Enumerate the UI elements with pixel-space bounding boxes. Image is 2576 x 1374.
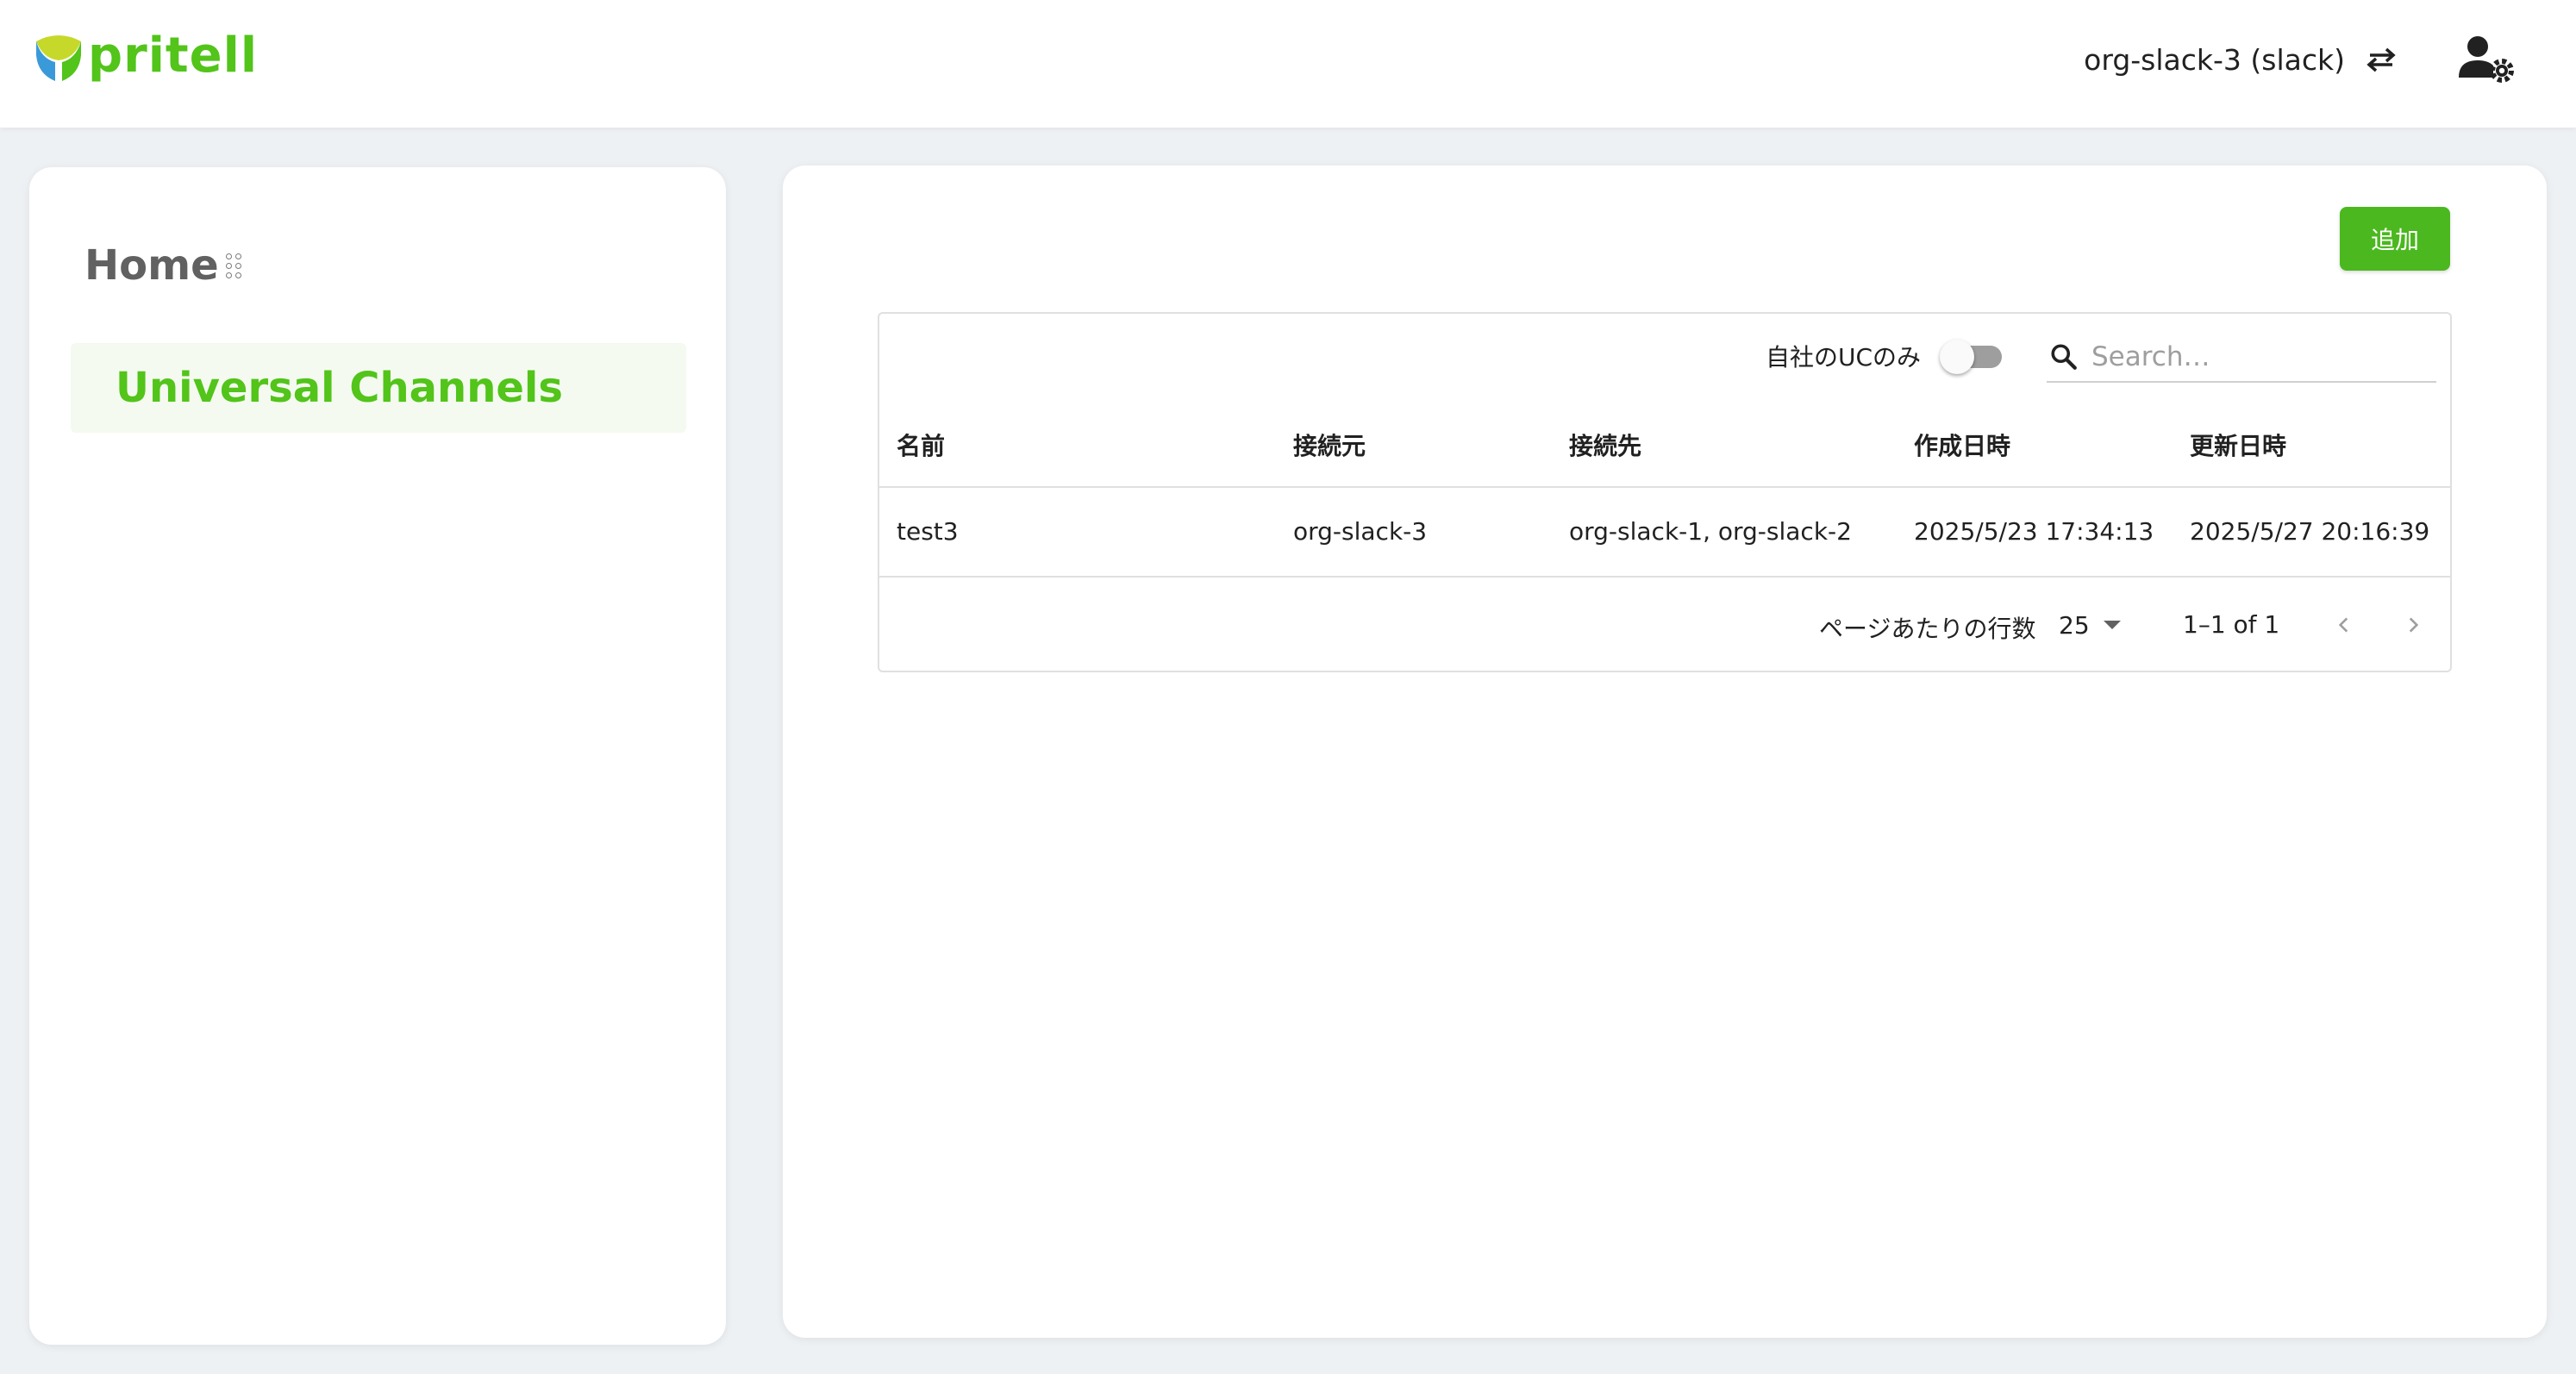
sidebar-item-universal-channels[interactable]: Universal Channels [71, 343, 686, 433]
cell-updated-at: 2025/5/27 20:16:39 [2190, 517, 2430, 546]
cell-destination: org-slack-1, org-slack-2 [1569, 517, 1852, 546]
cell-created-at: 2025/5/23 17:34:13 [1914, 517, 2154, 546]
org-switcher[interactable]: org-slack-3 (slack) [2084, 38, 2400, 81]
column-header-updated-at[interactable]: 更新日時 [2190, 428, 2286, 462]
cell-name: test3 [897, 517, 959, 546]
sidebar-item-label: Home [84, 241, 219, 290]
pagination-range: 1–1 of 1 [2183, 610, 2280, 639]
search-input[interactable] [2091, 341, 2419, 372]
table-toolbar: 自社のUCのみ [879, 314, 2450, 400]
caret-down-icon [2103, 621, 2121, 629]
top-app-bar: pritell org-slack-3 (slack) [0, 0, 2576, 128]
table-row[interactable]: test3 org-slack-3 org-slack-1, org-slack… [879, 488, 2450, 578]
user-settings-icon[interactable] [2459, 34, 2516, 84]
channels-table-card: 自社のUCのみ 名前 接続元 接続先 作成日時 更新日時 tes [878, 312, 2452, 672]
table-pagination: ページあたりの行数 25 1–1 of 1 [879, 578, 2450, 672]
own-uc-toggle[interactable] [1936, 334, 2004, 378]
sidebar-item-label: Universal Channels [116, 364, 563, 412]
grip-dots-icon [225, 253, 241, 278]
pritell-logo[interactable]: pritell [33, 29, 258, 83]
rows-per-page-value: 25 [2059, 610, 2090, 640]
sidebar-item-home[interactable]: Home [84, 241, 241, 290]
own-uc-filter: 自社のUCのみ [1766, 334, 2004, 378]
cell-source: org-slack-3 [1293, 517, 1428, 546]
sidebar: Home Universal Channels [29, 167, 726, 1345]
toggle-thumb [1940, 340, 1975, 374]
chevron-right-icon[interactable] [2392, 603, 2435, 646]
own-uc-toggle-label: 自社のUCのみ [1766, 343, 1922, 372]
org-name: org-slack-3 (slack) [2084, 42, 2345, 77]
search-icon [2051, 344, 2077, 370]
logo-text: pritell [88, 28, 259, 84]
swap-arrows-icon[interactable] [2362, 41, 2400, 78]
search-field [2047, 333, 2436, 383]
table-header: 名前 接続元 接続先 作成日時 更新日時 [879, 400, 2450, 488]
rows-per-page-select[interactable]: 25 [2059, 605, 2121, 645]
add-button[interactable]: 追加 [2340, 207, 2450, 271]
chevron-left-icon[interactable] [2323, 603, 2366, 646]
logo-mark-icon [36, 35, 81, 81]
column-header-created-at[interactable]: 作成日時 [1914, 428, 2010, 462]
column-header-source[interactable]: 接続元 [1293, 428, 1366, 462]
rows-per-page-label: ページあたりの行数 [1819, 615, 2036, 643]
column-header-destination[interactable]: 接続先 [1569, 428, 1641, 462]
main-panel: 追加 自社のUCのみ 名前 接続元 接続先 作成日時 [783, 166, 2547, 1338]
column-header-name[interactable]: 名前 [897, 428, 945, 462]
